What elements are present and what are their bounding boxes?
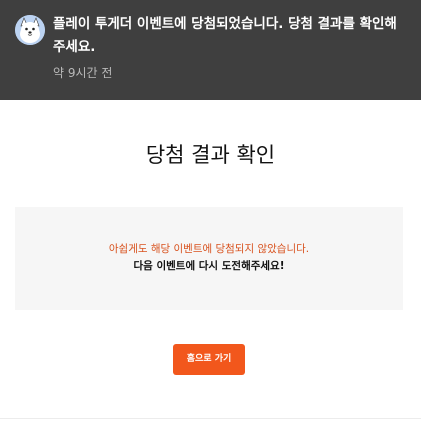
page-title: 당첨 결과 확인 (145, 143, 276, 167)
go-home-button[interactable]: 홈으로 가기 (173, 344, 245, 375)
result-message-box: 아쉽게도 해당 이벤트에 당첨되지 않았습니다. 다음 이벤트에 다시 도전해주… (15, 207, 403, 310)
dog-mascot-avatar-icon (15, 15, 45, 45)
result-message-line2: 다음 이벤트에 다시 도전해주세요! (133, 260, 285, 272)
notification-banner[interactable]: 플레이 투게더 이벤트에 당첨되었습니다. 당첨 결과를 확인해 주세요. 약 … (0, 0, 421, 100)
result-message-line1: 아쉽게도 해당 이벤트에 당첨되지 않았습니다. (108, 243, 310, 255)
notification-timestamp: 약 9시간 전 (53, 66, 113, 80)
notification-message: 플레이 투게더 이벤트에 당첨되었습니다. 당첨 결과를 확인해 주세요. (53, 16, 397, 55)
divider (0, 418, 421, 419)
